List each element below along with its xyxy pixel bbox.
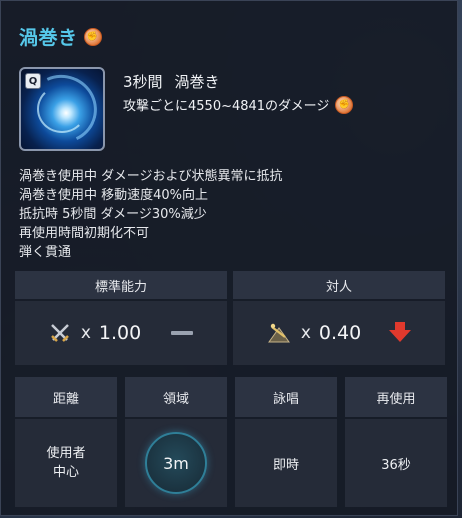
- fist-icon: ✊: [83, 27, 102, 46]
- title-row: 渦巻き ✊: [19, 23, 102, 50]
- swirl-graphic-inner: [37, 85, 87, 133]
- detail-value-cooldown: 36秒: [345, 419, 447, 507]
- multiplier-sign: x: [300, 323, 311, 343]
- detail-header-area: 領域: [125, 377, 227, 417]
- skill-description: 渦巻き使用中 ダメージおよび状態異常に抵抗 渦巻き使用中 移動速度40%向上 抵…: [19, 167, 282, 262]
- neutral-dash-icon: [171, 331, 194, 335]
- skill-tooltip: 渦巻き ✊ Q 3秒間 渦巻き 攻撃ごとに4550~4841のダメージ ✊ 渦巻…: [0, 0, 458, 516]
- description-line: 弾く貫通: [19, 245, 72, 260]
- standard-stat-header: 標準能力: [15, 271, 227, 299]
- detail-header-range: 距離: [15, 377, 117, 417]
- standard-stat-value: 1.00: [98, 322, 142, 344]
- description-line: 渦巻き使用中 ダメージおよび状態異常に抵抗: [19, 169, 283, 184]
- detail-header-cooldown: 再使用: [345, 377, 447, 417]
- detail-header-cast: 詠唱: [235, 377, 337, 417]
- fist-icon: ✊: [335, 95, 354, 114]
- cast-duration: 3秒間: [123, 73, 163, 91]
- detail-value-range: 使用者 中心: [15, 419, 117, 507]
- pvp-stat-value: 0.40: [318, 322, 362, 344]
- pvp-stat-header: 対人: [233, 271, 445, 299]
- cast-skill-name: 渦巻き: [174, 73, 220, 91]
- multiplier-sign: x: [80, 323, 91, 343]
- cast-line: 3秒間 渦巻き: [123, 71, 220, 92]
- skill-icon: Q: [19, 67, 105, 151]
- description-line: 再使用時間初期化不可: [19, 226, 150, 241]
- skill-title: 渦巻き: [19, 27, 78, 49]
- damage-text: 攻撃ごとに4550~4841のダメージ: [123, 99, 330, 114]
- down-arrow-icon: [389, 322, 412, 342]
- description-line: 渦巻き使用中 移動速度40%向上: [19, 188, 209, 203]
- detail-value-cast: 即時: [235, 419, 337, 507]
- damage-line: 攻撃ごとに4550~4841のダメージ ✊: [123, 95, 354, 114]
- detail-area-cell: 3m: [125, 419, 227, 507]
- hotkey-badge: Q: [25, 73, 41, 89]
- pvp-stat: x 0.40: [233, 301, 445, 365]
- standard-stat: x 1.00: [15, 301, 227, 365]
- area-circle: 3m: [145, 432, 207, 494]
- swords-icon: [50, 324, 69, 342]
- pvp-icon: [267, 323, 290, 343]
- description-line: 抵抗時 5秒間 ダメージ30%減少: [19, 207, 207, 222]
